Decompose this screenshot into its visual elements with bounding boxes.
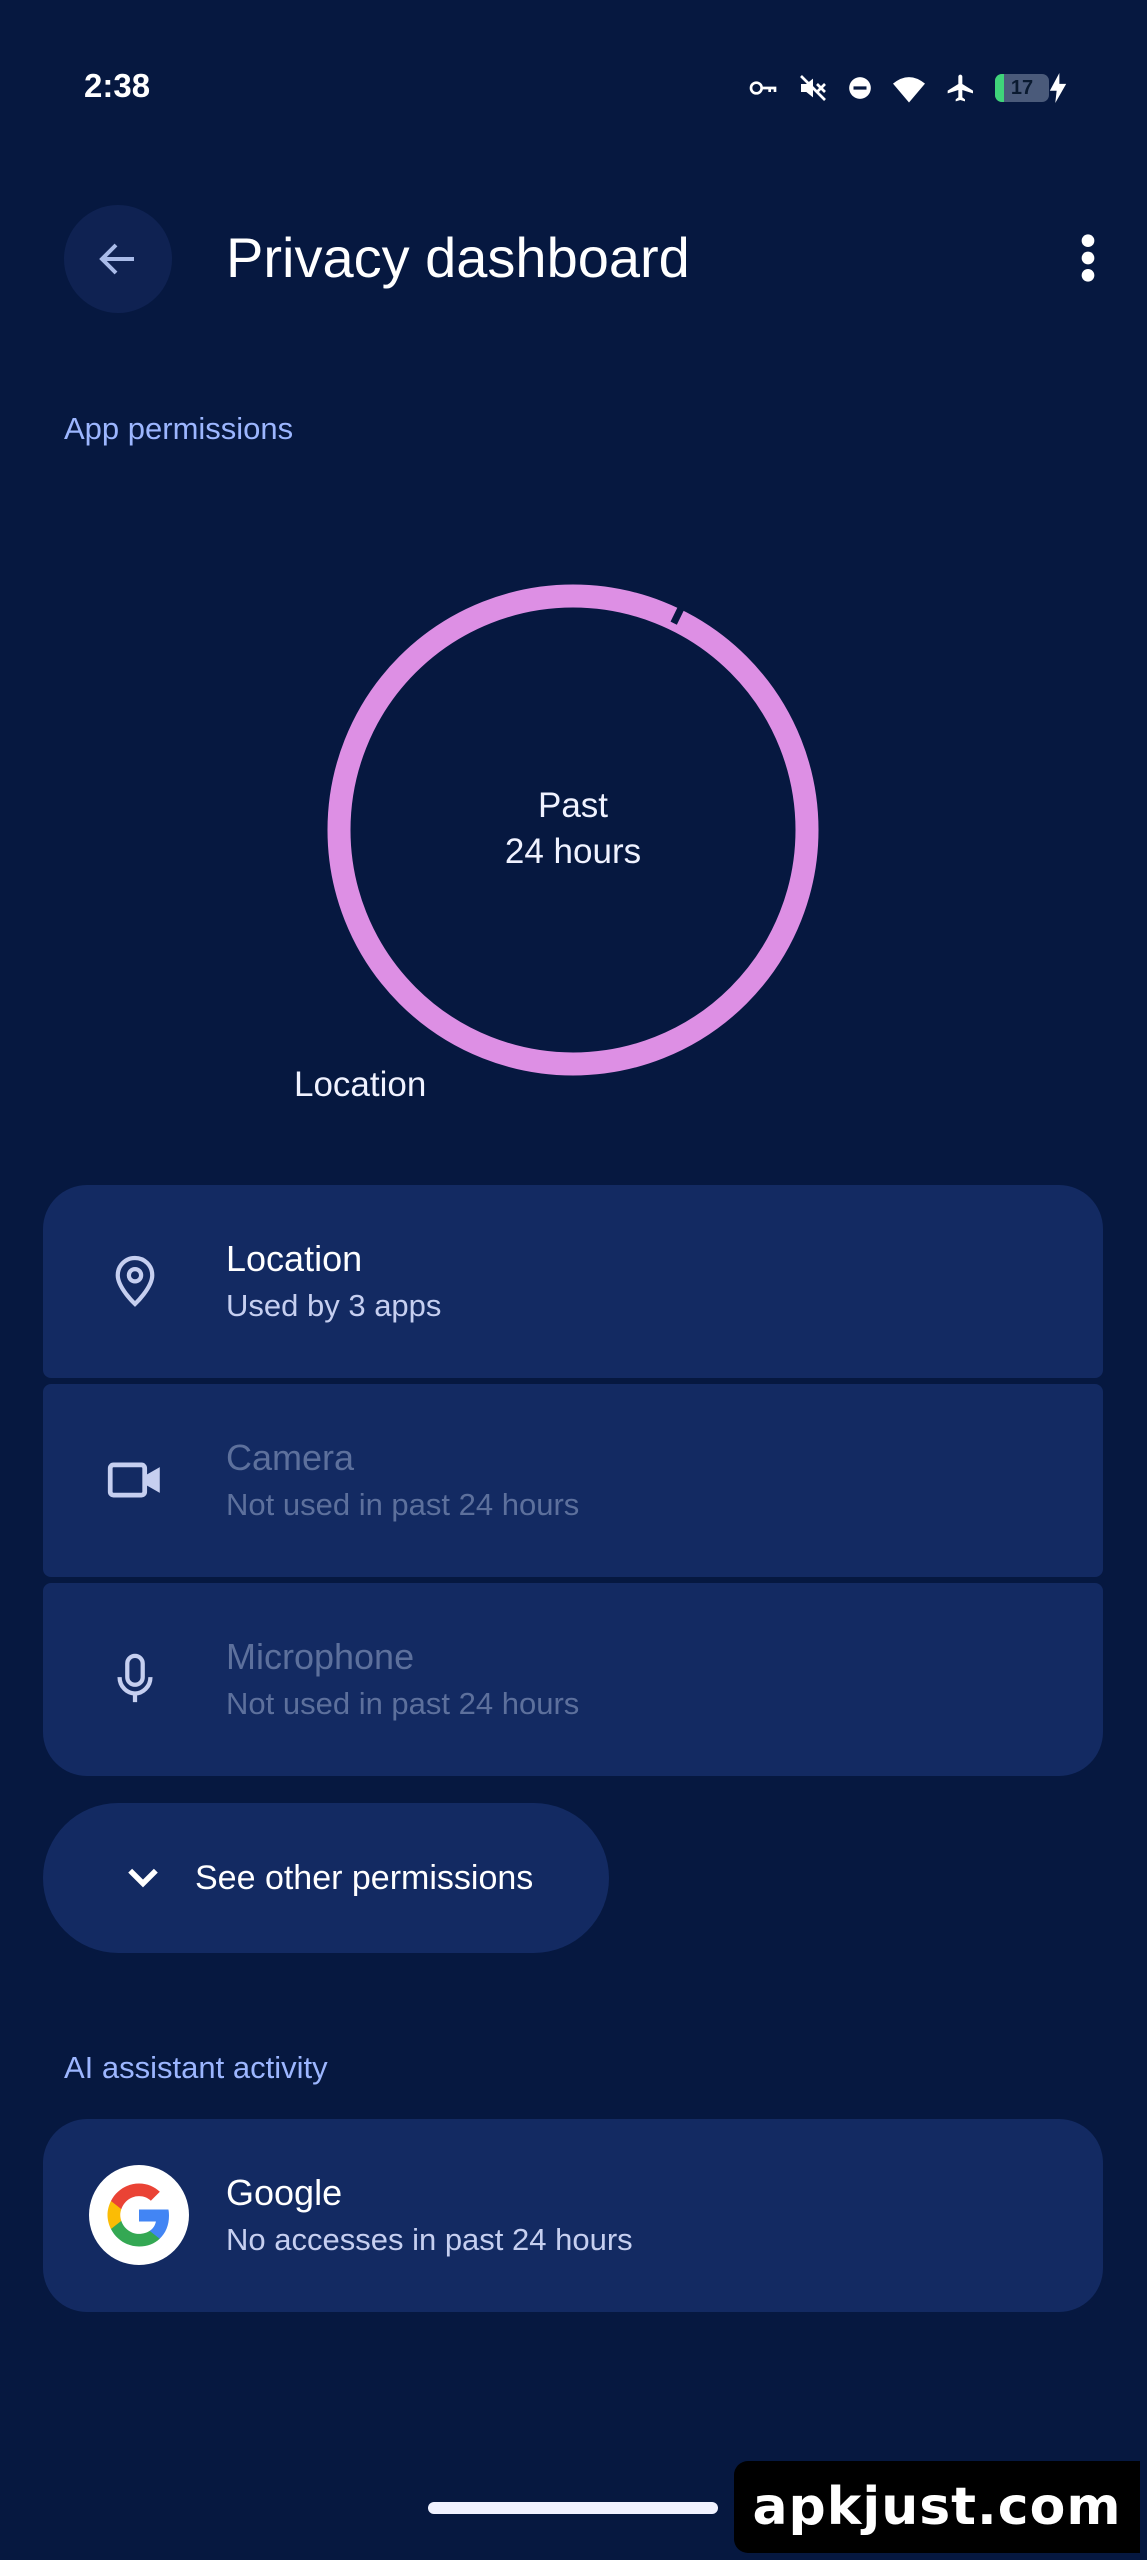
permission-item-microphone[interactable]: Microphone Not used in past 24 hours	[43, 1583, 1103, 1776]
chart-center-label-line1: Past	[537, 786, 609, 825]
watermark: apkjust.com	[734, 2461, 1140, 2553]
arrow-back-icon	[99, 243, 134, 275]
permission-subtitle: Not used in past 24 hours	[226, 1487, 580, 1522]
videocam-icon	[107, 1452, 163, 1508]
ai-assistant-subtitle: No accesses in past 24 hours	[226, 2222, 633, 2257]
charging-bolt-icon	[1049, 73, 1067, 103]
section-label-app-permissions: App permissions	[64, 411, 294, 446]
page-title: Privacy dashboard	[226, 226, 690, 289]
airplane-mode-icon	[947, 74, 973, 102]
ai-assistant-item-google[interactable]: Google No accesses in past 24 hours	[43, 2119, 1103, 2312]
battery-level: 17	[1010, 76, 1034, 99]
section-label-ai-assistant: AI assistant activity	[64, 2050, 328, 2085]
permission-item-camera[interactable]: Camera Not used in past 24 hours	[43, 1384, 1103, 1577]
watermark-text: apkjust.com	[752, 2477, 1122, 2537]
location-pin-icon	[107, 1253, 163, 1309]
permission-title: Microphone	[226, 1636, 415, 1677]
mic-icon	[107, 1651, 163, 1707]
chart-center-label-line2: 24 hours	[504, 832, 642, 871]
battery-level-fill	[995, 74, 1005, 102]
see-other-permissions-button[interactable]: See other permissions	[43, 1803, 609, 1953]
vpn-key-icon	[749, 81, 777, 95]
more-vert-icon	[1081, 234, 1095, 282]
google-logo-icon	[89, 2165, 189, 2265]
chevron-down-icon	[128, 1868, 158, 1888]
status-bar-icons: 17	[747, 70, 1067, 106]
more-options-button[interactable]	[1066, 222, 1110, 294]
back-button[interactable]	[64, 205, 172, 313]
home-gesture-bar[interactable]	[428, 2502, 718, 2514]
chart-legend-location: Location	[294, 1065, 427, 1104]
status-bar-time: 2:38	[84, 67, 151, 104]
ai-assistant-title: Google	[226, 2172, 343, 2213]
see-other-permissions-label: See other permissions	[195, 1859, 534, 1897]
permission-title: Camera	[226, 1437, 355, 1478]
permission-item-location[interactable]: Location Used by 3 apps	[43, 1185, 1103, 1378]
wifi-icon	[893, 77, 925, 103]
permission-subtitle: Not used in past 24 hours	[226, 1686, 580, 1721]
do-not-disturb-icon	[849, 77, 871, 99]
permission-subtitle: Used by 3 apps	[226, 1288, 442, 1323]
permission-title: Location	[226, 1238, 363, 1279]
vibrate-off-icon	[800, 75, 826, 101]
battery-icon: 17	[995, 73, 1067, 103]
